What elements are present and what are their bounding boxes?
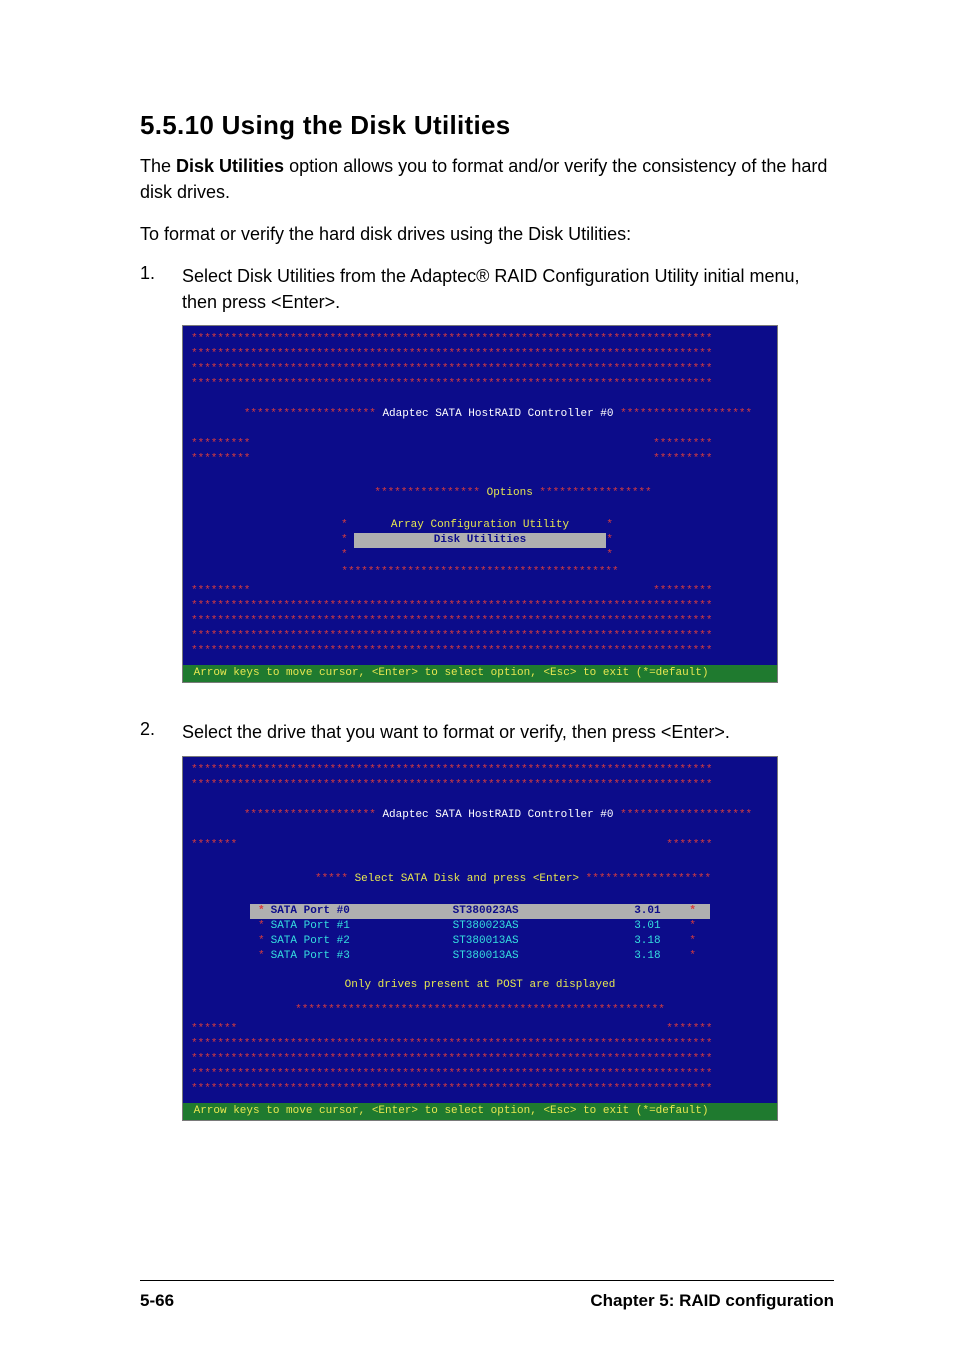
border-line: ****************************************… <box>191 763 769 778</box>
drive-rev: 3.01 <box>571 904 661 919</box>
side-line: ******* ******* <box>191 838 769 853</box>
drive-port: SATA Port #3 <box>271 949 401 964</box>
options-header: **************** Options ***************… <box>261 471 699 516</box>
side-line: ********* ********* <box>191 452 769 467</box>
drive-note: Only drives present at POST are displaye… <box>231 978 729 993</box>
side-line: ********* ********* <box>191 584 769 599</box>
screenshot-2: ****************************************… <box>182 756 834 1121</box>
step-1: 1. Select Disk Utilities from the Adapte… <box>140 263 834 315</box>
options-menu: * Array Configuration Utility * * Disk U… <box>335 518 625 563</box>
chapter-label: Chapter 5: RAID configuration <box>590 1291 834 1311</box>
border-line: ****************************************… <box>191 1037 769 1052</box>
stars-right: ******************** <box>620 408 752 420</box>
drive-port: SATA Port #1 <box>271 919 401 934</box>
drive-select-header: ***** Select SATA Disk and press <Enter>… <box>231 857 729 902</box>
drive-row-3[interactable]: * SATA Port #3 ST380013AS 3.18 * <box>250 949 710 964</box>
stars-left: ******************** <box>244 408 376 420</box>
drive-model: ST380023AS <box>401 919 571 934</box>
border-line: ****************************************… <box>191 644 769 659</box>
drive-box-border: ****************************************… <box>231 1003 729 1018</box>
menu-row: * Array Configuration Utility * <box>335 518 625 533</box>
border-line: ****************************************… <box>191 362 769 377</box>
step-list: 2. Select the drive that you want to for… <box>140 719 834 745</box>
drive-rev: 3.01 <box>571 919 661 934</box>
drive-rev: 3.18 <box>571 934 661 949</box>
drive-table: * SATA Port #0 ST380023AS 3.01 * * SATA … <box>250 904 710 964</box>
page-footer: 5-66 Chapter 5: RAID configuration <box>140 1280 834 1311</box>
drive-row-0[interactable]: * SATA Port #0 ST380023AS 3.01 * <box>250 904 710 919</box>
bios-footer-hint: Arrow keys to move cursor, <Enter> to se… <box>183 1103 777 1120</box>
stars-left: ******************** <box>244 809 376 821</box>
drive-select-box: ***** Select SATA Disk and press <Enter>… <box>231 857 729 1018</box>
border-line: ****************************************… <box>191 1052 769 1067</box>
side-line: ********* ********* <box>191 437 769 452</box>
border-line: ****************************************… <box>191 377 769 392</box>
bios-screen: ****************************************… <box>182 756 778 1121</box>
border-line: ****************************************… <box>191 614 769 629</box>
page-number: 5-66 <box>140 1291 174 1311</box>
document-page: 5.5.10 Using the Disk Utilities The Disk… <box>0 0 954 1351</box>
options-box: **************** Options ***************… <box>261 471 699 580</box>
intro-paragraph-2: To format or verify the hard disk drives… <box>140 221 834 247</box>
step-2: 2. Select the drive that you want to for… <box>140 719 834 745</box>
step-number: 2. <box>140 719 182 745</box>
menu-item-disk-utilities[interactable]: Disk Utilities <box>354 533 607 548</box>
controller-title: Adaptec SATA HostRAID Controller #0 <box>382 408 613 420</box>
intro-bold-term: Disk Utilities <box>176 156 284 176</box>
drive-model: ST380013AS <box>401 949 571 964</box>
bios-screen: ****************************************… <box>182 325 778 683</box>
border-line: ****************************************… <box>191 629 769 644</box>
side-line: ******* ******* <box>191 1022 769 1037</box>
stars-right: ******************** <box>620 809 752 821</box>
menu-item-array-config[interactable]: Array Configuration Utility <box>354 518 607 533</box>
step-text: Select Disk Utilities from the Adaptec® … <box>182 263 834 315</box>
border-line: ****************************************… <box>191 778 769 793</box>
menu-row: * Disk Utilities * <box>335 533 625 548</box>
intro-paragraph: The Disk Utilities option allows you to … <box>140 153 834 205</box>
drive-port: SATA Port #2 <box>271 934 401 949</box>
controller-title-line: ******************** Adaptec SATA HostRA… <box>191 392 769 437</box>
step-number: 1. <box>140 263 182 315</box>
section-heading: 5.5.10 Using the Disk Utilities <box>140 110 834 141</box>
bios-footer-hint: Arrow keys to move cursor, <Enter> to se… <box>183 665 777 682</box>
screenshot-1: ****************************************… <box>182 325 834 683</box>
border-line: ****************************************… <box>191 599 769 614</box>
menu-row: * * <box>335 548 625 563</box>
border-line: ****************************************… <box>191 347 769 362</box>
border-line: ****************************************… <box>191 1082 769 1097</box>
controller-title: Adaptec SATA HostRAID Controller #0 <box>382 809 613 821</box>
controller-title-line: ******************** Adaptec SATA HostRA… <box>191 793 769 838</box>
border-line: ****************************************… <box>191 1067 769 1082</box>
step-list: 1. Select Disk Utilities from the Adapte… <box>140 263 834 315</box>
drive-model: ST380013AS <box>401 934 571 949</box>
drive-rev: 3.18 <box>571 949 661 964</box>
border-line: ****************************************… <box>191 332 769 347</box>
step-text: Select the drive that you want to format… <box>182 719 730 745</box>
drive-row-1[interactable]: * SATA Port #1 ST380023AS 3.01 * <box>250 919 710 934</box>
intro-prefix: The <box>140 156 176 176</box>
options-footer-border: ****************************************… <box>261 565 699 580</box>
drive-port: SATA Port #0 <box>271 904 401 919</box>
drive-row-2[interactable]: * SATA Port #2 ST380013AS 3.18 * <box>250 934 710 949</box>
drive-model: ST380023AS <box>401 904 571 919</box>
